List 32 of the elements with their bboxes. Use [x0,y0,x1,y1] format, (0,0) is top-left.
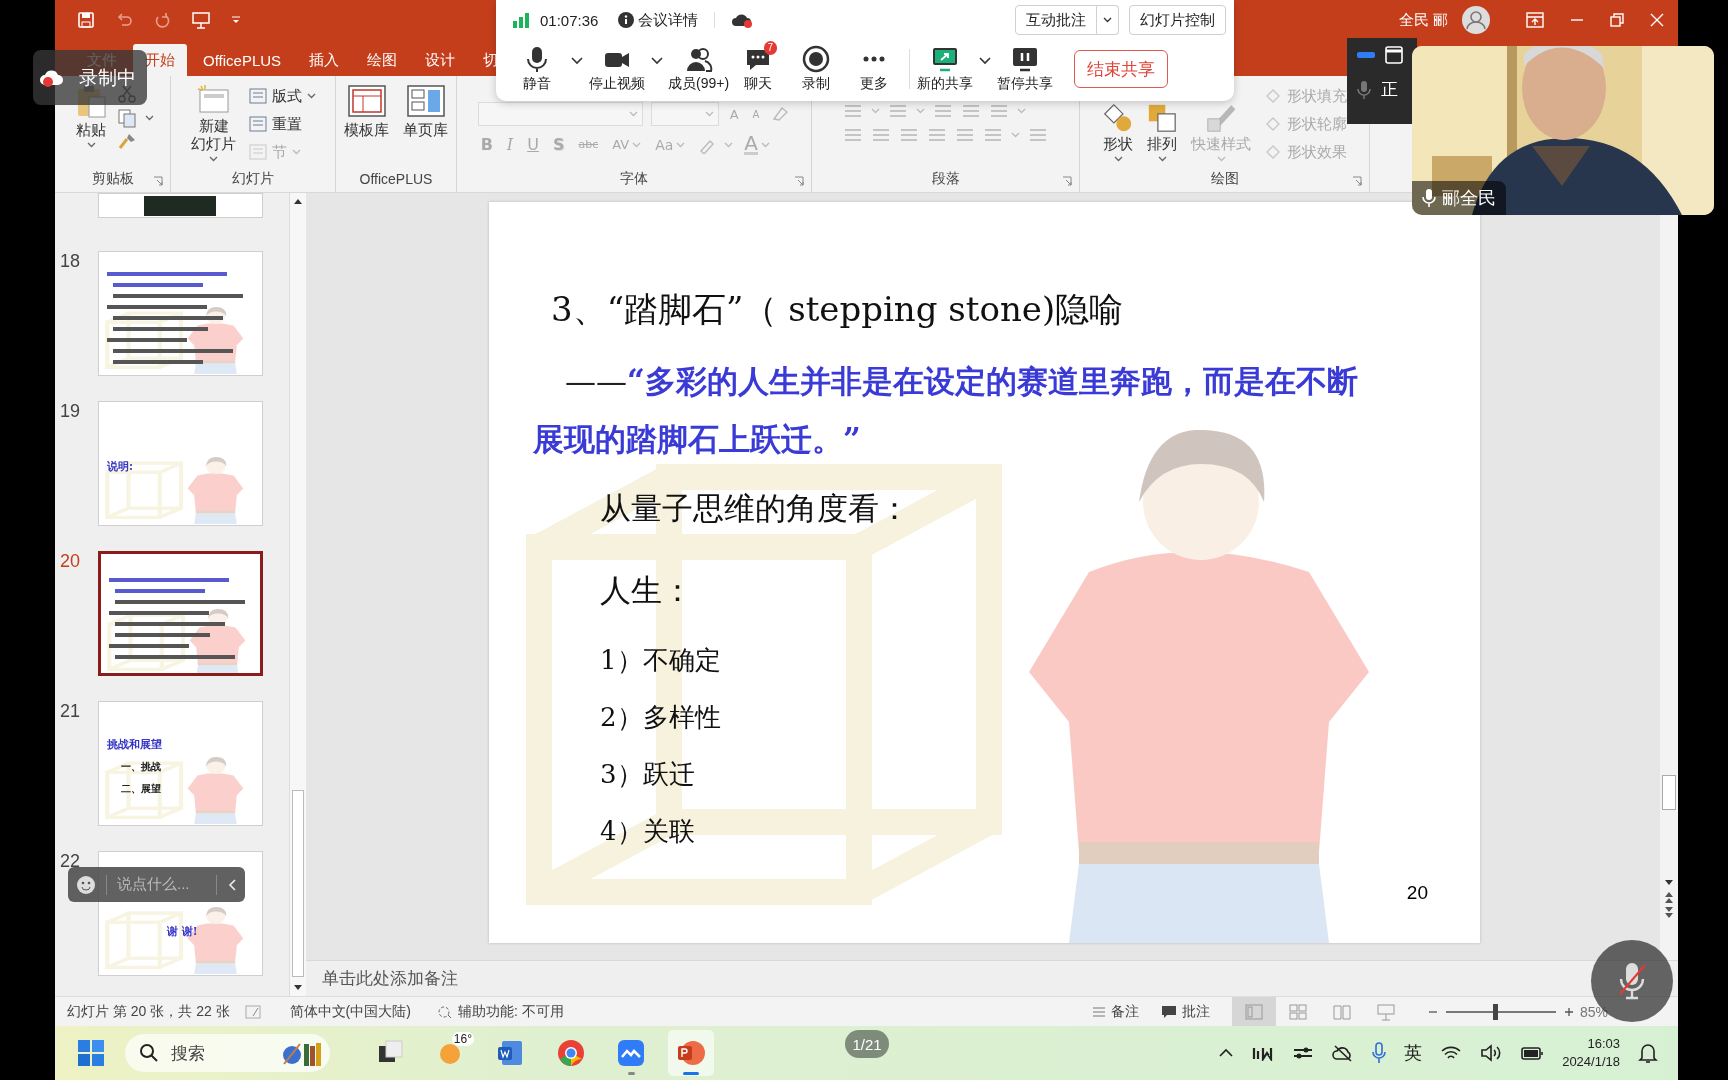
group-label: OfficePLUS [359,171,433,187]
group-label: 段落 [931,170,960,188]
group-label: 剪贴板 [91,170,134,188]
list-item: 3）跃迁 [600,758,696,791]
group-label: 绘图 [1210,170,1239,188]
slide-quote: ——“多彩的人生并非是在设定的赛道里奔跑，而是在不断展现的踏脚石上跃迁。” [533,362,1359,459]
slide-number: 21 [59,701,82,722]
user-name: 全民 郦 [1398,10,1448,30]
group-label: 幻灯片 [232,170,274,188]
thumbnail-text: 谢 谢! [167,924,199,939]
slide-count: 幻灯片 第 20 张，共 22 张 [67,1002,230,1021]
slide-text: 从量子思维的角度看： [600,489,911,528]
thumbnail-text: 说明: [107,459,135,474]
list-item: 1）不确定 [600,644,722,677]
slide-number: 18 [59,251,82,272]
participant-name: 郦全民 [1442,187,1496,210]
slide-number: 22 [59,851,82,872]
meeting-timer: 01:07:36 [540,11,599,29]
thumbnail-text: 挑战和展望 [107,737,163,752]
slide-number: 19 [59,401,82,422]
recording-status: 录制中 [79,66,136,90]
thumbnail-text: 一、挑战 [121,760,162,774]
slide-text: 人生： [600,571,694,610]
page-number: 20 [1406,882,1428,904]
group-label: 字体 [620,170,648,188]
list-item: 2）多样性 [600,701,722,734]
page-counter: 1/21 [845,1030,889,1058]
slide-number: 20 [59,551,82,572]
slide-title: 3、“踏脚石”（ stepping stone)隐喻 [551,288,1125,331]
list-item: 4）关联 [600,815,696,848]
thumbnail-text: 二、展望 [121,782,162,796]
panel-text: 正 [1381,79,1398,101]
